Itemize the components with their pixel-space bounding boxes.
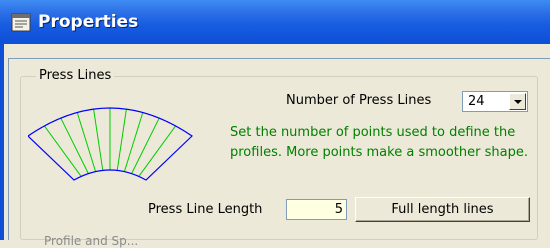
press-line [123, 112, 144, 172]
window-title: Properties [38, 12, 139, 32]
full-length-lines-button[interactable]: Full length lines [355, 197, 530, 222]
press-line-length-label: Press Line Length [148, 202, 263, 217]
press-line [116, 109, 127, 171]
number-of-press-lines-select[interactable]: 24 [462, 91, 528, 112]
title-bar[interactable]: Properties [0, 0, 550, 44]
press-lines-preview [28, 107, 193, 181]
dropdown-button[interactable] [509, 93, 526, 110]
content-frame-top [8, 58, 550, 59]
number-of-press-lines-value: 24 [468, 94, 485, 109]
press-line [60, 117, 89, 174]
next-group-label-fragment: Profile and Sp... [44, 234, 139, 248]
press-lines-group-label: Press Lines [36, 68, 115, 84]
press-line [131, 117, 160, 174]
content-frame-left [8, 58, 9, 240]
press-line [93, 109, 104, 171]
press-lines-help-text: Set the number of points used to define … [230, 125, 528, 160]
press-line-set [43, 108, 177, 177]
number-of-press-lines-label: Number of Press Lines [286, 93, 432, 108]
chevron-down-icon [514, 100, 522, 104]
press-line [76, 112, 97, 172]
press-line-length-input[interactable] [286, 199, 347, 220]
properties-window-icon[interactable] [11, 13, 31, 32]
